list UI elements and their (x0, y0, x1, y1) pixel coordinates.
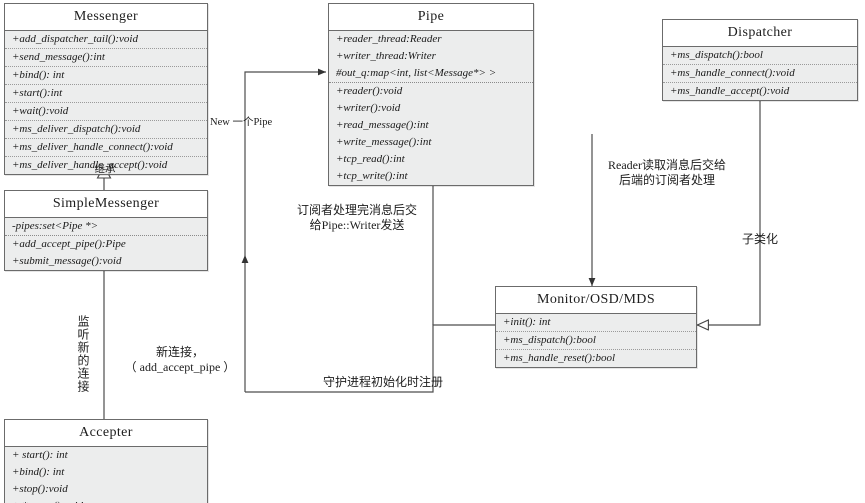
operation-row: +add_accept_pipe():Pipe (12, 238, 126, 250)
operation-row: +ms_deliver_dispatch():void (5, 120, 207, 138)
operation-row: +bind(): int (12, 466, 65, 478)
edge-label-subscriber-to-writer: 订阅者处理完消息后交 给Pipe::Writer发送 (296, 203, 417, 232)
class-title-messenger: Messenger (5, 4, 207, 31)
uml-diagram-canvas: Messenger +add_dispatcher_tail():void +s… (0, 0, 865, 503)
edge-label-new-pipe: New 一个Pipe (210, 117, 273, 128)
class-box-monitor-osd-mds[interactable]: Monitor/OSD/MDS +init(): int +ms_dispatc… (495, 286, 697, 368)
class-title-accepter: Accepter (5, 420, 207, 447)
operation-row: +read_message():int (336, 119, 429, 131)
edge-label-inherit: 继承 (94, 164, 116, 175)
attribute-row: +writer_thread:Writer (336, 50, 436, 62)
operation-row: +submit_message():void (12, 255, 122, 267)
attribute-row: #out_q:map<int, list<Message*> > (336, 67, 497, 79)
class-box-simplemessenger[interactable]: SimpleMessenger -pipes:set<Pipe *> +add_… (4, 190, 208, 271)
class-operations-simplemessenger: +add_accept_pipe():Pipe +submit_message(… (5, 236, 207, 270)
operation-row: +init(): int (503, 316, 551, 328)
operation-row: +ms_handle_reset():bool (496, 349, 696, 367)
class-box-dispatcher[interactable]: Dispatcher +ms_dispatch():bool +ms_handl… (662, 19, 858, 101)
operation-row: +stop():void (12, 483, 68, 495)
class-box-pipe[interactable]: Pipe +reader_thread:Reader +writer_threa… (328, 3, 534, 186)
operation-row: +writer():void (336, 102, 401, 114)
class-title-simplemessenger: SimpleMessenger (5, 191, 207, 218)
edge-label-daemon-register: 守护进程初始化时注册 (322, 375, 443, 389)
edge-label-reader-to-backend: Reader读取消息后交给 后端的订阅者处理 (608, 158, 726, 187)
operation-row: +wait():void (5, 102, 207, 120)
operation-row: +ms_deliver_handle_connect():void (5, 138, 207, 156)
operation-row: +start():int (5, 84, 207, 102)
edge-monitor-subclasses-dispatcher (697, 96, 761, 325)
operation-row: +ms_handle_connect():void (663, 64, 857, 82)
operation-row: +send_message():int (5, 48, 207, 66)
class-title-monitor-osd-mds: Monitor/OSD/MDS (496, 287, 696, 314)
class-box-messenger[interactable]: Messenger +add_dispatcher_tail():void +s… (4, 3, 208, 175)
class-operations-messenger: +add_dispatcher_tail():void +send_messag… (5, 31, 207, 174)
operation-row: + start(): int (12, 449, 68, 461)
edge-label-subclass: 子类化 (741, 232, 778, 246)
operation-row: +tcp_write():int (336, 170, 408, 182)
operation-row: +ms_dispatch():bool (670, 49, 763, 61)
operation-row: +bind(): int (5, 66, 207, 84)
operation-row: +tcp_read():int (336, 153, 405, 165)
operation-row: +write_message():int (336, 136, 432, 148)
operation-row: +ms_handle_accept():void (663, 82, 857, 100)
class-attributes-pipe: +reader_thread:Reader +writer_thread:Wri… (329, 31, 533, 83)
operation-row: +ms_dispatch():bool (496, 331, 696, 349)
class-operations-dispatcher: +ms_dispatch():bool +ms_handle_connect()… (663, 47, 857, 100)
class-operations-pipe: +reader():void +writer():void +read_mess… (329, 83, 533, 185)
class-title-dispatcher: Dispatcher (663, 20, 857, 47)
class-operations-accepter: + start(): int +bind(): int +stop():void… (5, 447, 207, 503)
edge-label-listen-new-connection: 监听新的连接 (76, 315, 90, 393)
class-box-accepter[interactable]: Accepter + start(): int +bind(): int +st… (4, 419, 208, 503)
attribute-row: -pipes:set<Pipe *> (12, 220, 99, 232)
attribute-row: +reader_thread:Reader (336, 33, 442, 45)
class-operations-monitor-osd-mds: +init(): int +ms_dispatch():bool +ms_han… (496, 314, 696, 367)
operation-row: + *entry ():void (5, 498, 207, 503)
operation-row: +reader():void (336, 85, 403, 97)
edge-label-new-connection: 新连接， （ add_accept_pipe ） (124, 345, 236, 374)
operation-row: +add_dispatcher_tail():void (12, 33, 138, 45)
class-title-pipe: Pipe (329, 4, 533, 31)
class-attributes-simplemessenger: -pipes:set<Pipe *> (5, 218, 207, 236)
